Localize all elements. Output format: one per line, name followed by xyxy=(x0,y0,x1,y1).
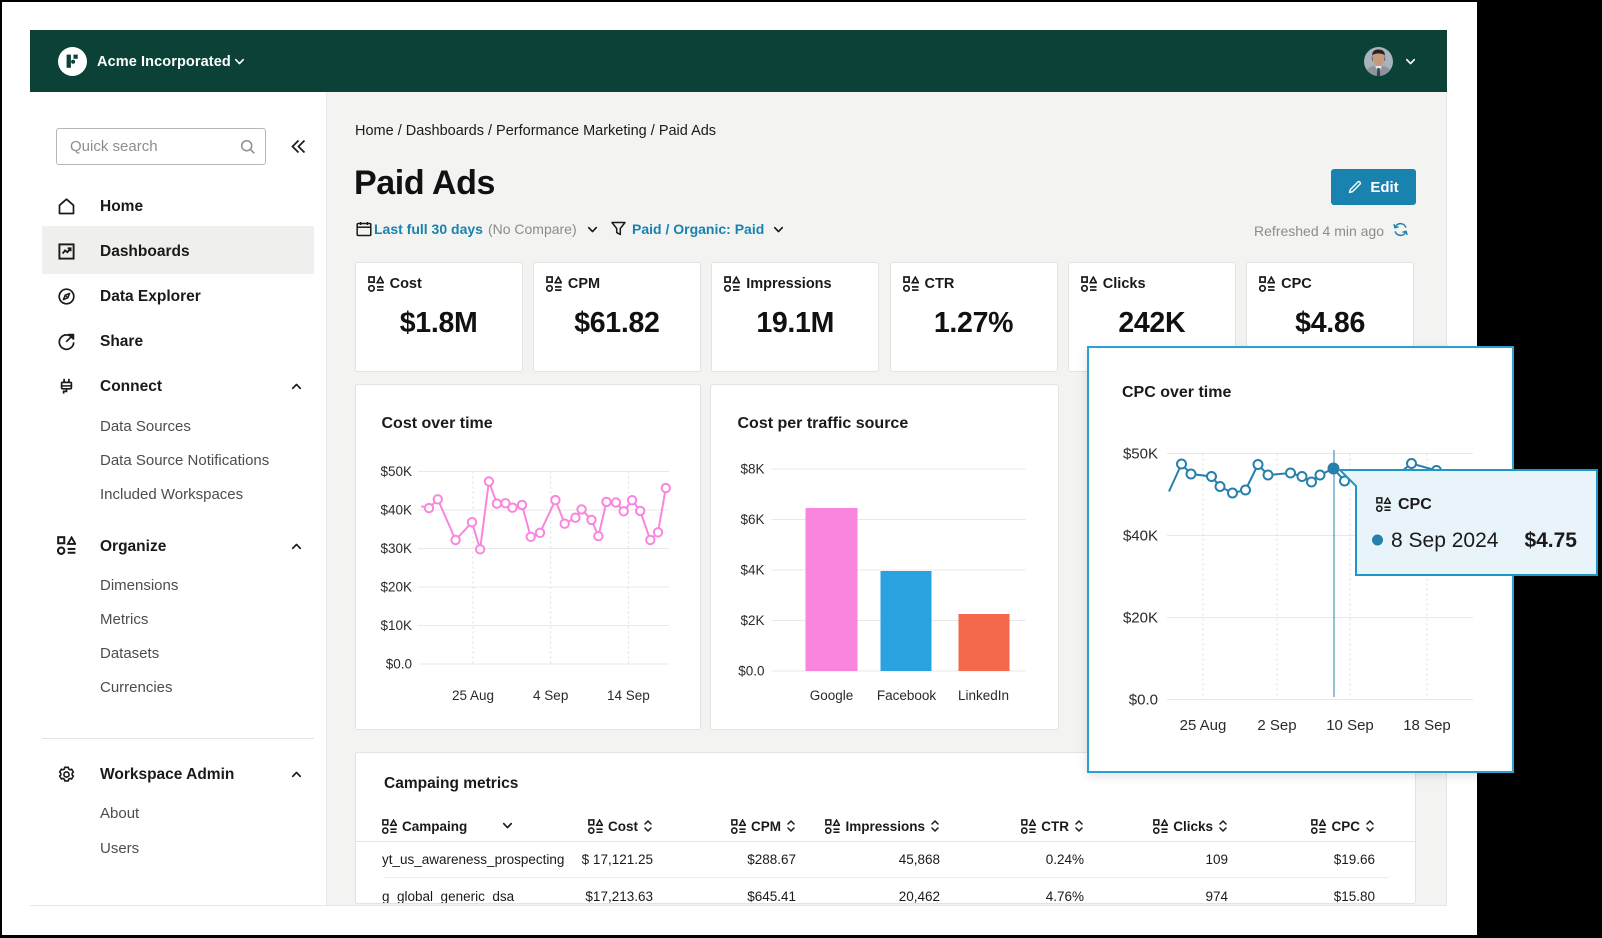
svg-text:8 Sep 2024: 8 Sep 2024 xyxy=(1391,529,1499,552)
svg-text:Google: Google xyxy=(809,688,853,703)
svg-text:$40K: $40K xyxy=(1123,528,1158,545)
svg-text:$2K: $2K xyxy=(740,613,764,628)
svg-text:$0.0: $0.0 xyxy=(738,664,764,679)
svg-text:$30K: $30K xyxy=(380,541,412,556)
svg-text:$0.0: $0.0 xyxy=(385,657,411,672)
svg-text:Facebook: Facebook xyxy=(876,688,936,703)
svg-text:2 Sep: 2 Sep xyxy=(1257,717,1296,734)
svg-text:$4.75: $4.75 xyxy=(1524,529,1577,552)
svg-text:18 Sep: 18 Sep xyxy=(1403,717,1451,734)
svg-text:25 Aug: 25 Aug xyxy=(451,688,493,703)
svg-text:$6K: $6K xyxy=(740,512,764,527)
svg-text:$20K: $20K xyxy=(380,580,412,595)
svg-text:4 Sep: 4 Sep xyxy=(533,688,568,703)
svg-text:LinkedIn: LinkedIn xyxy=(957,688,1008,703)
svg-text:$10K: $10K xyxy=(380,618,412,633)
svg-text:14 Sep: 14 Sep xyxy=(607,688,650,703)
svg-text:$50K: $50K xyxy=(1123,446,1158,463)
svg-text:$4K: $4K xyxy=(740,563,764,578)
svg-text:$0.0: $0.0 xyxy=(1129,692,1158,709)
svg-text:25 Aug: 25 Aug xyxy=(1180,717,1227,734)
svg-text:$50K: $50K xyxy=(380,464,412,479)
svg-text:$8K: $8K xyxy=(740,462,764,477)
svg-text:10 Sep: 10 Sep xyxy=(1326,717,1374,734)
svg-text:$20K: $20K xyxy=(1123,610,1158,627)
svg-text:$40K: $40K xyxy=(380,503,412,518)
svg-text:CPC: CPC xyxy=(1398,496,1432,513)
